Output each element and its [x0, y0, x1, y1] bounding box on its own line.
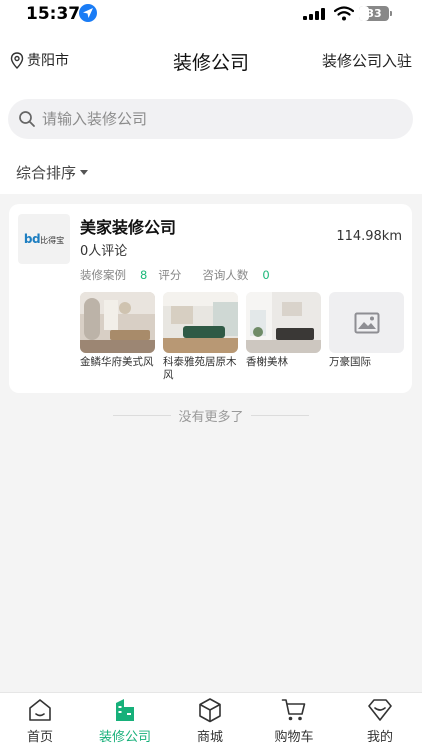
case-caption: 香榭美林	[246, 356, 288, 368]
case-caption: 万豪国际	[329, 356, 371, 368]
case-item[interactable]: 科泰雅苑居原木风	[163, 292, 238, 382]
page: 15:37 33 贵阳市 装修公司 装修公司入驻 请输入装修公司 综合排序 bd…	[0, 0, 422, 750]
location-arrow-icon	[79, 4, 97, 22]
tab-decoration-company[interactable]: 装修公司	[90, 697, 160, 745]
tab-label: 购物车	[274, 730, 314, 745]
case-thumbnail	[80, 292, 155, 353]
tab-label: 我的	[366, 730, 393, 745]
case-thumbnail-placeholder	[329, 292, 404, 353]
search-area	[0, 90, 422, 146]
case-thumbnail	[246, 292, 321, 353]
company-distance: 114.98km	[336, 229, 402, 244]
search-box[interactable]	[8, 99, 413, 139]
company-logo-mark: bd比得宝	[23, 232, 65, 246]
location-pin-icon	[10, 51, 24, 69]
case-list: 金鳞华府美式风 科泰雅苑居原木风 香榭美林 万豪国际	[80, 292, 404, 392]
tab-cart[interactable]: 购物车	[259, 697, 329, 745]
header: 贵阳市 装修公司 装修公司入驻	[0, 28, 422, 90]
city-selector[interactable]: 贵阳市	[10, 50, 69, 70]
list-end-text: 没有更多了	[178, 409, 244, 425]
cart-icon	[281, 699, 306, 721]
diamond-icon	[368, 699, 392, 721]
case-caption: 科泰雅苑居原木风	[163, 356, 237, 381]
company-card[interactable]: bd比得宝 美家装修公司 114.98km 0人评论 装修案例 8 评分 咨询人…	[9, 204, 412, 393]
signal-icon	[303, 8, 327, 20]
join-company-link[interactable]: 装修公司入驻	[322, 50, 412, 71]
list-end-note: 没有更多了	[0, 406, 422, 425]
tab-home[interactable]: 首页	[5, 697, 75, 745]
sort-bar: 综合排序	[0, 146, 422, 194]
search-input[interactable]	[42, 110, 382, 128]
company-reviews: 0人评论	[80, 244, 128, 259]
tab-label: 首页	[26, 730, 53, 745]
company-name: 美家装修公司	[80, 218, 177, 237]
wifi-icon	[334, 6, 354, 21]
image-placeholder-icon	[354, 312, 379, 333]
tab-label: 装修公司	[98, 730, 151, 745]
company-stats: 装修案例 8 评分 咨询人数 0	[80, 267, 281, 283]
case-item[interactable]: 万豪国际	[329, 292, 404, 369]
city-label: 贵阳市	[27, 53, 69, 69]
battery-icon: 33	[359, 6, 392, 21]
tab-mall[interactable]: 商城	[175, 697, 245, 745]
tab-mine[interactable]: 我的	[345, 697, 415, 745]
caret-down-icon	[80, 170, 89, 175]
home-icon	[29, 699, 51, 721]
sort-label: 综合排序	[16, 164, 77, 182]
building-icon	[116, 699, 134, 721]
status-bar: 15:37 33	[0, 0, 422, 28]
tab-label: 商城	[196, 730, 223, 745]
case-item[interactable]: 金鳞华府美式风	[80, 292, 155, 369]
case-thumbnail	[163, 292, 238, 353]
sort-dropdown[interactable]: 综合排序	[16, 162, 89, 183]
stat-label-consults: 咨询人数	[202, 268, 249, 282]
box-icon	[199, 698, 221, 723]
stat-value-cases: 8	[140, 268, 148, 282]
company-logo: bd比得宝	[18, 214, 70, 264]
stat-value-consults: 0	[262, 268, 270, 282]
bottom-tab-bar: 首页 装修公司 商城 购物车 我的	[0, 692, 422, 750]
case-caption: 金鳞华府美式风	[80, 356, 154, 368]
stat-label-cases: 装修案例	[80, 268, 126, 282]
status-time: 15:37	[26, 4, 81, 24]
case-item[interactable]: 香榭美林	[246, 292, 321, 369]
search-icon	[19, 111, 35, 127]
stat-label-rating: 评分	[158, 268, 182, 282]
battery-level: 33	[366, 7, 382, 20]
